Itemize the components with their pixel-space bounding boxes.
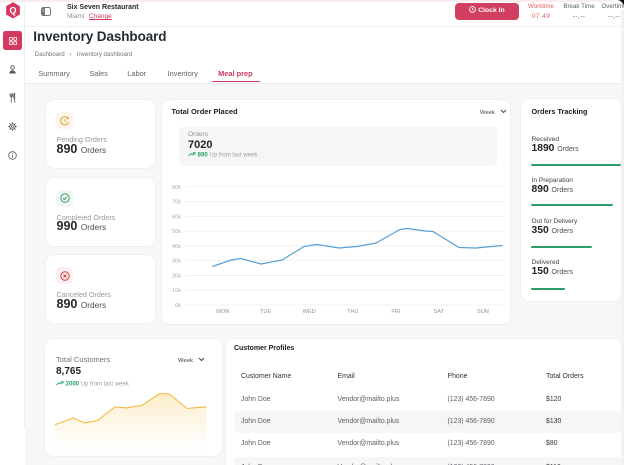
svg-text:TUE: TUE <box>260 309 271 315</box>
svg-text:FRI: FRI <box>391 309 400 315</box>
svg-text:50k: 50k <box>172 229 181 235</box>
svg-text:Q: Q <box>9 6 16 16</box>
svg-text:SUN: SUN <box>477 309 489 315</box>
svg-text:THU: THU <box>347 309 359 315</box>
svg-text:0k: 0k <box>175 303 181 309</box>
svg-text:20k: 20k <box>172 273 181 279</box>
svg-text:80k: 80k <box>172 185 181 191</box>
svg-text:10k: 10k <box>172 288 181 294</box>
svg-text:MON: MON <box>216 309 229 315</box>
svg-text:60k: 60k <box>172 214 181 220</box>
svg-text:SAT: SAT <box>434 309 445 315</box>
svg-text:40k: 40k <box>172 244 181 250</box>
svg-text:30k: 30k <box>172 259 181 265</box>
svg-text:WED: WED <box>303 309 316 315</box>
svg-text:70k: 70k <box>172 200 181 206</box>
